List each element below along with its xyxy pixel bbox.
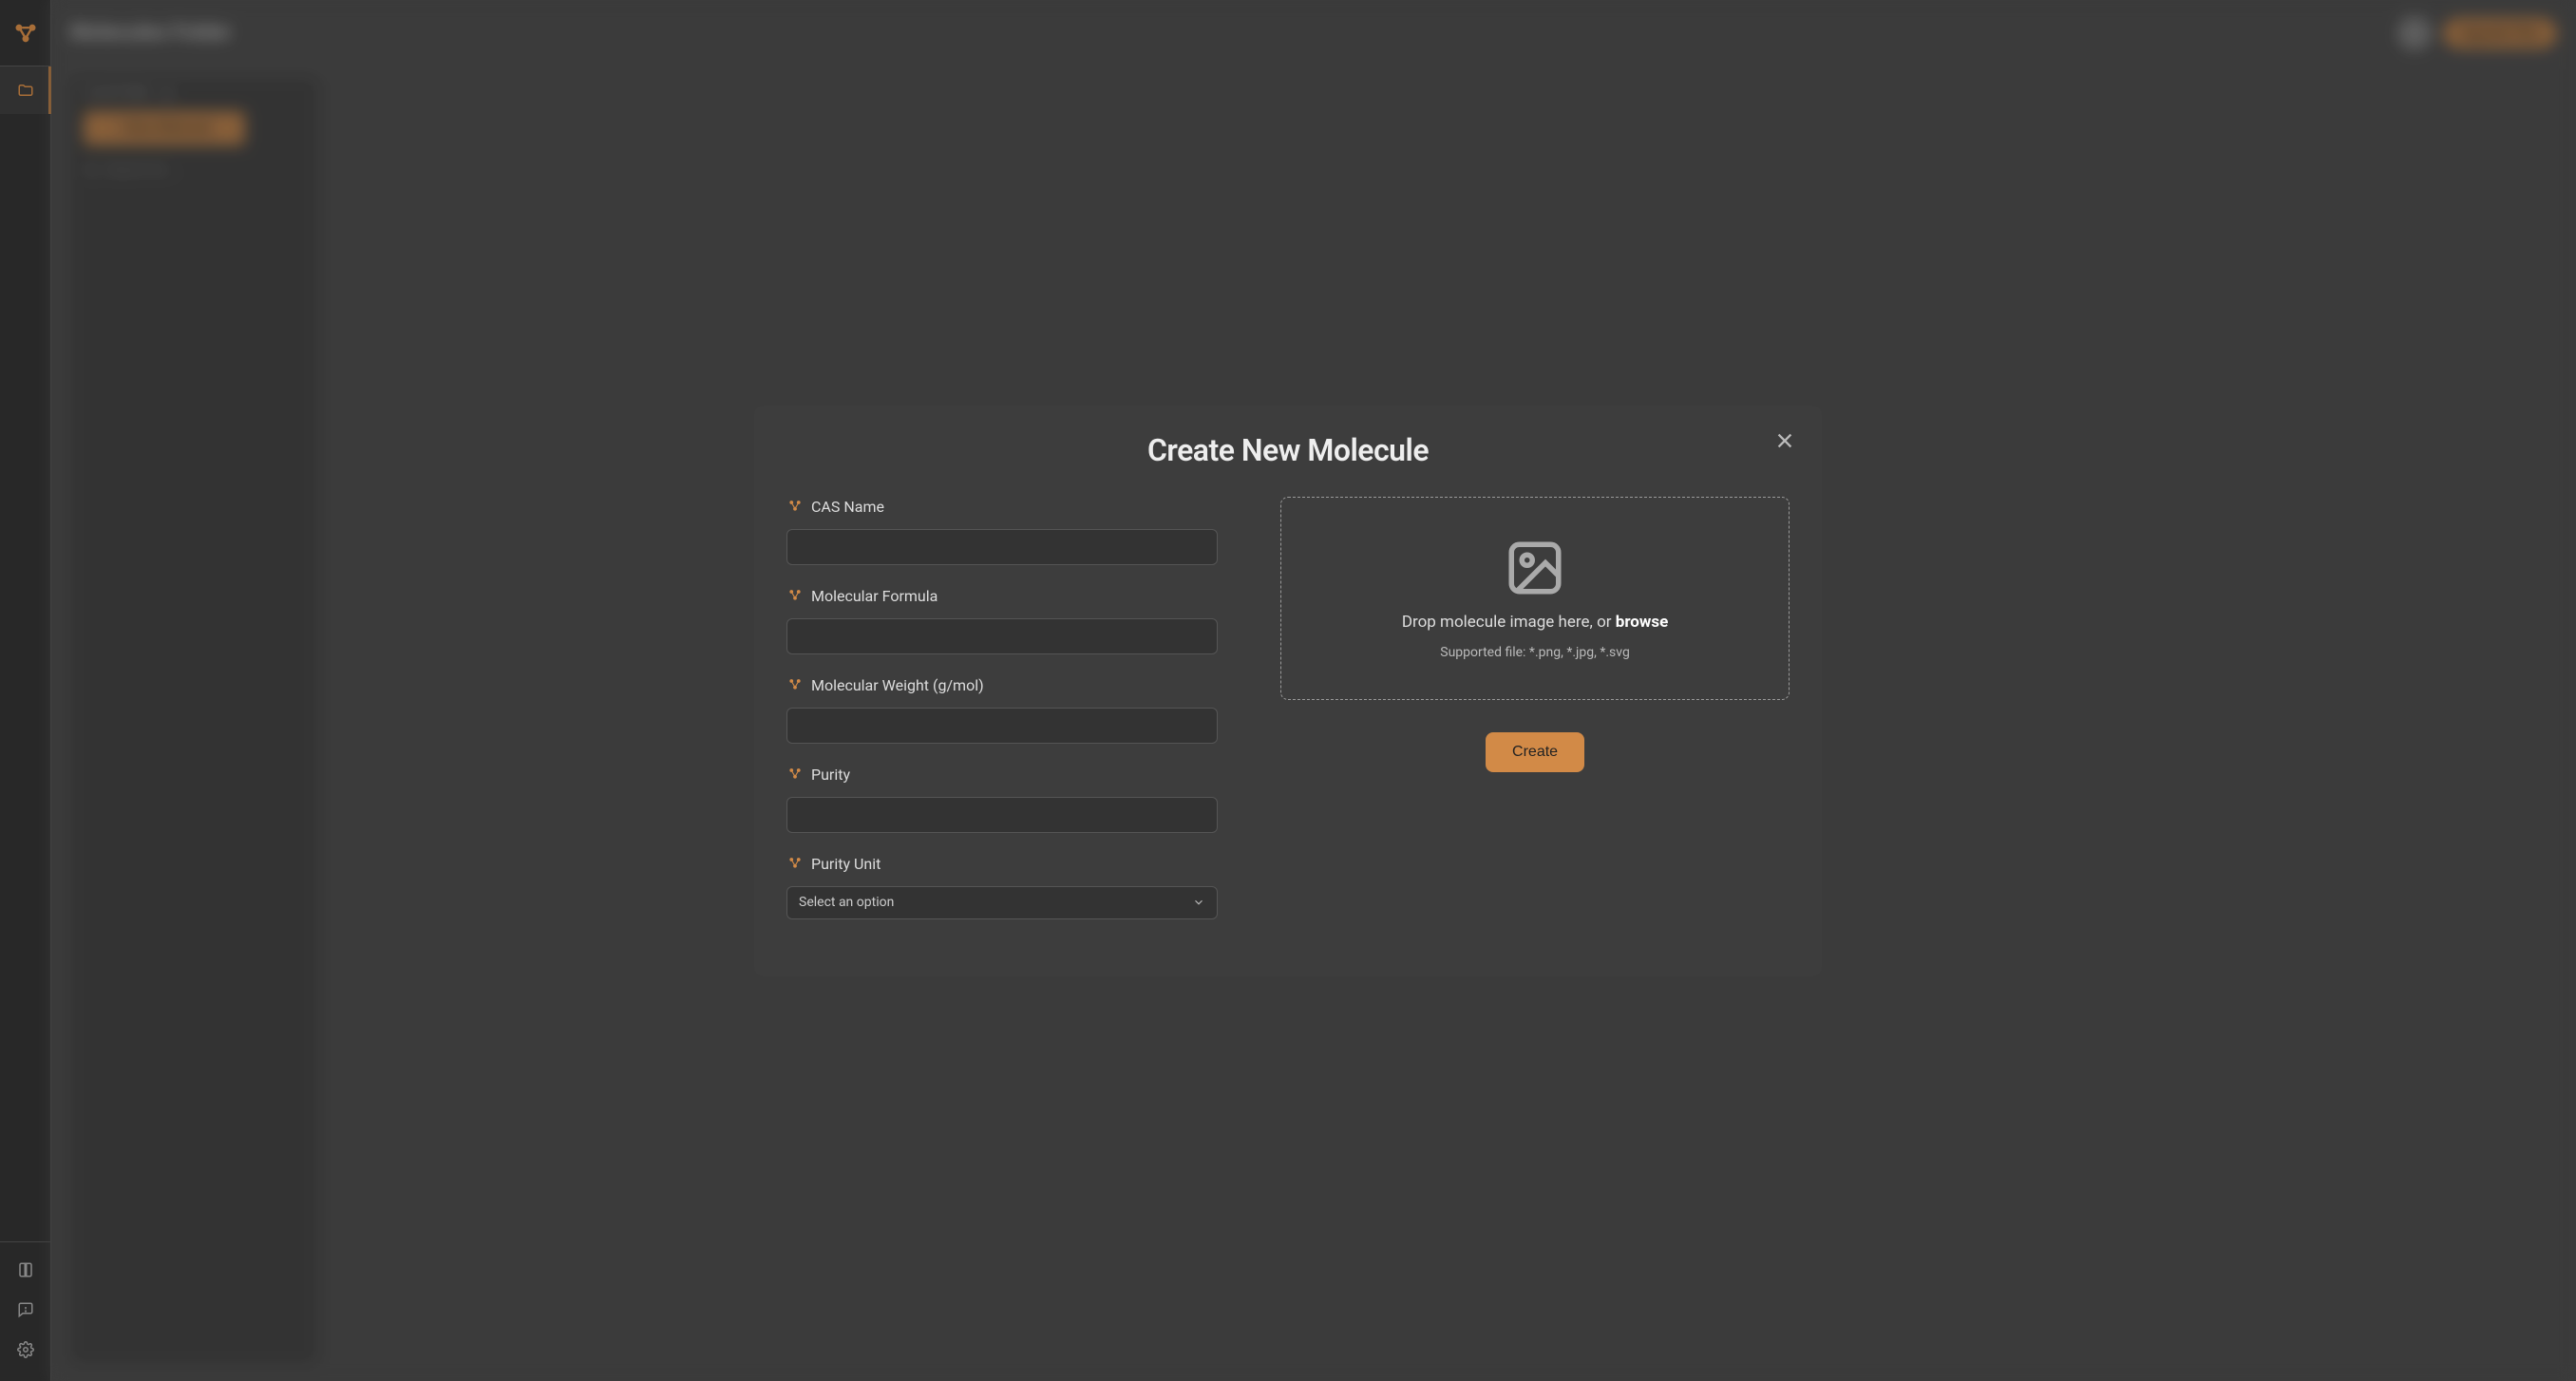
field-purity-unit: Purity Unit Select an option <box>786 854 1218 919</box>
field-molecular-formula: Molecular Formula <box>786 586 1218 654</box>
form-column: CAS Name Molecular Formula <box>786 497 1229 948</box>
purity-input[interactable] <box>786 797 1218 833</box>
modal-close-button[interactable] <box>1771 426 1799 455</box>
molecule-bullet-icon <box>786 765 804 785</box>
molecule-bullet-icon <box>786 497 804 518</box>
field-molecular-weight: Molecular Weight (g/mol) <box>786 675 1218 744</box>
molecular-formula-label: Molecular Formula <box>811 587 938 605</box>
molecular-formula-input[interactable] <box>786 618 1218 654</box>
dropzone-browse-link[interactable]: browse <box>1616 613 1669 632</box>
close-icon <box>1774 430 1795 451</box>
field-purity: Purity <box>786 765 1218 833</box>
modal-overlay: Create New Molecule CAS Name <box>0 0 2576 1381</box>
field-cas-name: CAS Name <box>786 497 1218 565</box>
molecule-bullet-icon <box>786 854 804 875</box>
purity-label: Purity <box>811 766 850 784</box>
create-molecule-modal: Create New Molecule CAS Name <box>754 406 1822 976</box>
upload-column: Drop molecule image here, or browse Supp… <box>1280 497 1790 948</box>
molecular-weight-label: Molecular Weight (g/mol) <box>811 676 984 694</box>
image-icon <box>1504 537 1566 599</box>
cas-name-label: CAS Name <box>811 498 884 516</box>
modal-title: Create New Molecule <box>786 432 1790 468</box>
create-button[interactable]: Create <box>1486 732 1584 772</box>
cas-name-input[interactable] <box>786 529 1218 565</box>
chevron-down-icon <box>1192 896 1205 909</box>
molecule-bullet-icon <box>786 586 804 607</box>
dropzone-subtext: Supported file: *.png, *.jpg, *.svg <box>1440 645 1630 660</box>
dropzone-text: Drop molecule image here, or browse <box>1402 613 1668 632</box>
molecular-weight-input[interactable] <box>786 708 1218 744</box>
purity-unit-label: Purity Unit <box>811 855 881 873</box>
dropzone-text-prefix: Drop molecule image here, or <box>1402 613 1616 632</box>
image-drop-zone[interactable]: Drop molecule image here, or browse Supp… <box>1280 497 1790 700</box>
molecule-bullet-icon <box>786 675 804 696</box>
purity-unit-placeholder: Select an option <box>799 895 894 910</box>
purity-unit-select[interactable]: Select an option <box>786 886 1218 919</box>
